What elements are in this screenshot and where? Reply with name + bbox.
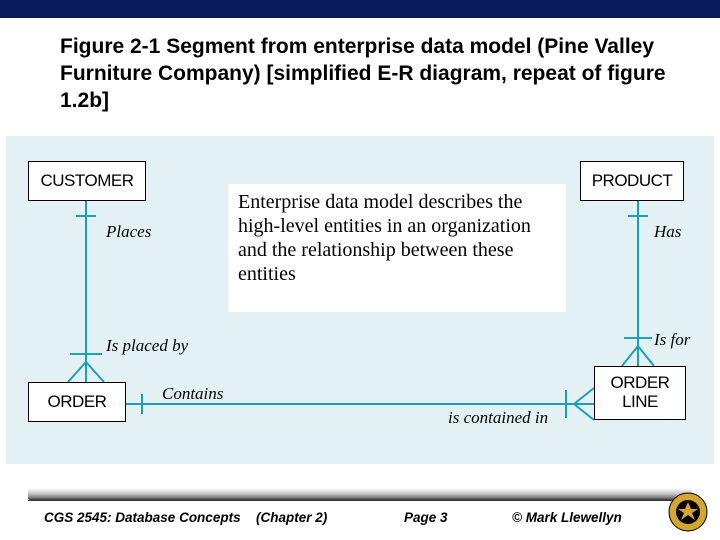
footer-course: CGS 2545: Database Concepts: [44, 510, 241, 525]
callout-text: Enterprise data model describes the high…: [228, 184, 566, 312]
rel-is-for: Is for: [654, 330, 690, 350]
footer-gradient-bar: [28, 488, 692, 500]
entity-product: PRODUCT: [580, 161, 684, 201]
rel-places: Places: [106, 222, 151, 242]
footer-divider: [28, 500, 692, 501]
entity-order-line-l2: LINE: [611, 393, 670, 412]
footer-copyright: © Mark Llewellyn: [512, 510, 622, 525]
entity-order-line: ORDER LINE: [594, 366, 686, 420]
rel-is-contained-in: is contained in: [448, 408, 548, 428]
rel-is-placed-by: Is placed by: [106, 336, 188, 356]
figure-heading: Figure 2-1 Segment from enterprise data …: [60, 34, 670, 115]
ucf-logo-icon: [668, 492, 708, 532]
top-bar: [0, 0, 720, 18]
rel-has: Has: [654, 222, 681, 242]
rel-contains: Contains: [162, 384, 223, 404]
slide: Figure 2-1 Segment from enterprise data …: [0, 0, 720, 540]
footer-page: Page 3: [404, 510, 448, 525]
footer-chapter: (Chapter 2): [256, 510, 327, 525]
entity-order: ORDER: [28, 382, 126, 422]
entity-customer: CUSTOMER: [28, 161, 146, 201]
footer: CGS 2545: Database Concepts (Chapter 2) …: [0, 488, 720, 540]
entity-order-line-l1: ORDER: [611, 374, 670, 393]
er-diagram: CUSTOMER PRODUCT ORDER ORDER LINE Places…: [6, 136, 714, 464]
